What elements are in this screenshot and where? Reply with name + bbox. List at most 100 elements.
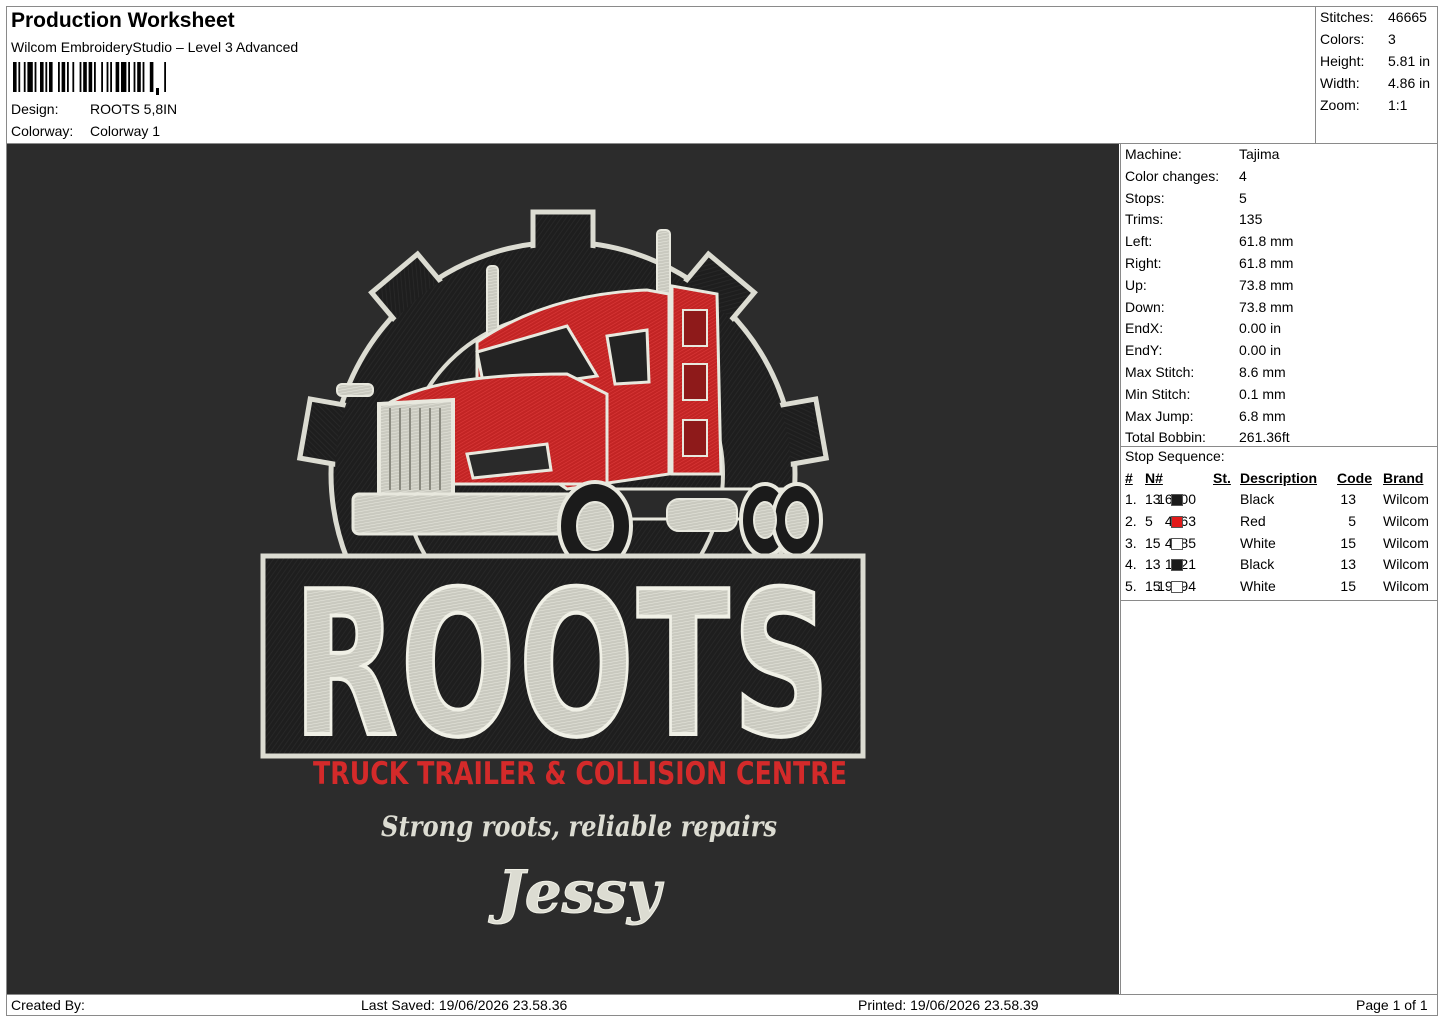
panel-divider	[1121, 446, 1438, 447]
stop-brand: Wilcom	[1383, 491, 1429, 507]
created-by: Created By:	[11, 997, 85, 1013]
machine-prop-value: 4	[1239, 167, 1247, 184]
machine-prop-row: Trims: 135	[1125, 211, 1262, 227]
machine-prop-label: EndX:	[1125, 320, 1164, 337]
printed-date: Printed: 19/06/2026 23.58.39	[858, 997, 1039, 1013]
machine-info-panel: Machine: Tajima Color changes: 4 Stops: 5 Trim…	[1120, 144, 1438, 994]
col-header-brand: Brand	[1383, 470, 1424, 486]
machine-prop-row: Min Stitch: 0.1 mm	[1125, 386, 1286, 402]
tagline-red: TRUCK TRAILER & COLLISION CENTRE	[313, 756, 847, 792]
stop-code: 13	[1340, 556, 1356, 573]
stop-description: White	[1240, 534, 1276, 551]
stop-num: 4.	[1125, 556, 1137, 573]
col-header-needle: N#	[1145, 470, 1163, 486]
stop-description: Red	[1240, 512, 1266, 529]
stat-colors: Colors: 3	[1320, 31, 1396, 47]
thread-color-swatch	[1171, 494, 1183, 506]
col-header-stitches: St.	[1213, 470, 1231, 486]
machine-prop-value: 8.6 mm	[1239, 364, 1286, 380]
machine-prop-label: Right:	[1125, 255, 1162, 271]
stop-num: 1.	[1125, 491, 1137, 507]
stop-num: 5.	[1125, 578, 1137, 595]
stop-description: Black	[1240, 491, 1275, 507]
col-header-num: #	[1125, 470, 1133, 486]
worksheet-title: Production Worksheet	[11, 9, 235, 32]
machine-prop-label: Trims:	[1125, 211, 1164, 228]
stop-description: White	[1240, 578, 1276, 595]
last-saved: Last Saved: 19/06/2026 23.58.36	[361, 997, 568, 1013]
machine-prop-value: 0.1 mm	[1239, 385, 1286, 402]
roots-text: ROOTS	[293, 549, 833, 782]
stop-code: 13	[1340, 491, 1356, 507]
stat-zoom: Zoom: 1:1	[1320, 97, 1408, 113]
stop-code: 15	[1340, 578, 1356, 595]
roots-wordmark: ROOTS	[260, 547, 866, 784]
stop-num: 3.	[1125, 534, 1137, 551]
colorway-label: Colorway:	[11, 123, 74, 139]
stop-description: Black	[1240, 556, 1275, 573]
machine-prop-row: Machine: Tajima	[1125, 146, 1279, 162]
stat-height: Height: 5.81 in	[1320, 53, 1431, 69]
machine-prop-label: Max Stitch:	[1125, 364, 1195, 380]
design-label: Design:	[11, 101, 59, 117]
worksheet-footer: Created By: Last Saved: 19/06/2026 23.58…	[7, 994, 1438, 1017]
machine-prop-value: 73.8 mm	[1239, 276, 1294, 293]
design-row: Design: ROOTS 5,8IN	[11, 101, 177, 117]
machine-prop-value: 135	[1239, 211, 1263, 228]
stat-stitches: Stitches: 46665	[1320, 9, 1427, 25]
design-value: ROOTS 5,8IN	[90, 101, 178, 117]
stop-sequence-title: Stop Sequence:	[1125, 448, 1225, 464]
machine-prop-label: EndY:	[1125, 342, 1163, 359]
machine-prop-row: Up: 73.8 mm	[1125, 277, 1293, 293]
personal-name: Jessy	[487, 858, 665, 926]
stop-table-bottom	[1121, 600, 1438, 601]
machine-prop-label: Color changes:	[1125, 167, 1220, 184]
machine-prop-label: Min Stitch:	[1125, 385, 1191, 402]
machine-prop-value: 6.8 mm	[1239, 407, 1286, 424]
page-number: Page 1 of 1	[1356, 997, 1428, 1013]
stitch-stats: Stitches: 46665 Colors: 3 Height: 5.81 in W…	[1315, 7, 1438, 143]
colorway-value: Colorway 1	[90, 123, 161, 139]
production-worksheet: Production Worksheet Wilcom EmbroiderySt…	[6, 6, 1438, 1016]
thread-color-swatch	[1171, 537, 1183, 550]
machine-prop-label: Up:	[1125, 276, 1147, 293]
machine-prop-row: Max Stitch: 8.6 mm	[1125, 364, 1286, 380]
machine-prop-row: Stops: 5	[1125, 190, 1247, 206]
machine-prop-label: Down:	[1125, 298, 1165, 315]
machine-prop-value: 261.36ft	[1239, 429, 1290, 446]
thread-color-swatch	[1171, 581, 1183, 594]
design-preview: ROOTS TRUCK TRAILER & COLLISION CENTRE S…	[7, 144, 1119, 994]
col-header-code: Code	[1337, 470, 1372, 486]
machine-prop-row: Right: 61.8 mm	[1125, 255, 1293, 271]
stop-brand: Wilcom	[1383, 578, 1429, 595]
stop-brand: Wilcom	[1383, 556, 1429, 573]
stop-code: 5	[1348, 512, 1356, 529]
machine-prop-value: Tajima	[1239, 146, 1280, 162]
stop-brand: Wilcom	[1383, 512, 1429, 529]
thread-color-swatch	[1171, 515, 1183, 528]
col-header-description: Description	[1240, 470, 1318, 486]
machine-prop-label: Machine:	[1125, 146, 1182, 162]
stop-needle: 15	[1145, 534, 1161, 551]
stop-brand: Wilcom	[1383, 534, 1429, 551]
colorway-row: Colorway: Colorway 1	[11, 123, 160, 139]
worksheet-header: Production Worksheet Wilcom EmbroiderySt…	[7, 7, 1314, 143]
stat-width: Width: 4.86 in	[1320, 75, 1431, 91]
machine-prop-value: 73.8 mm	[1239, 298, 1294, 315]
machine-prop-label: Stops:	[1125, 189, 1165, 206]
tagline: Strong roots, reliable repairs	[381, 810, 777, 843]
machine-prop-row: Left: 61.8 mm	[1125, 233, 1293, 249]
machine-prop-label: Max Jump:	[1125, 407, 1194, 424]
stop-num: 2.	[1125, 512, 1137, 529]
machine-prop-value: 0.00 in	[1239, 320, 1282, 337]
machine-prop-value: 61.8 mm	[1239, 255, 1294, 271]
machine-prop-row: EndY: 0.00 in	[1125, 342, 1281, 358]
thread-color-swatch	[1171, 559, 1183, 572]
barcode	[13, 62, 166, 95]
machine-prop-row: Total Bobbin: 261.36ft	[1125, 429, 1290, 445]
machine-prop-row: Color changes: 4	[1125, 168, 1247, 184]
stop-code: 15	[1340, 534, 1356, 551]
embroidery-artwork: ROOTS TRUCK TRAILER & COLLISION CENTRE S…	[260, 209, 866, 927]
machine-prop-value: 5	[1239, 189, 1247, 206]
software-name: Wilcom EmbroideryStudio – Level 3 Advanc…	[11, 39, 299, 55]
